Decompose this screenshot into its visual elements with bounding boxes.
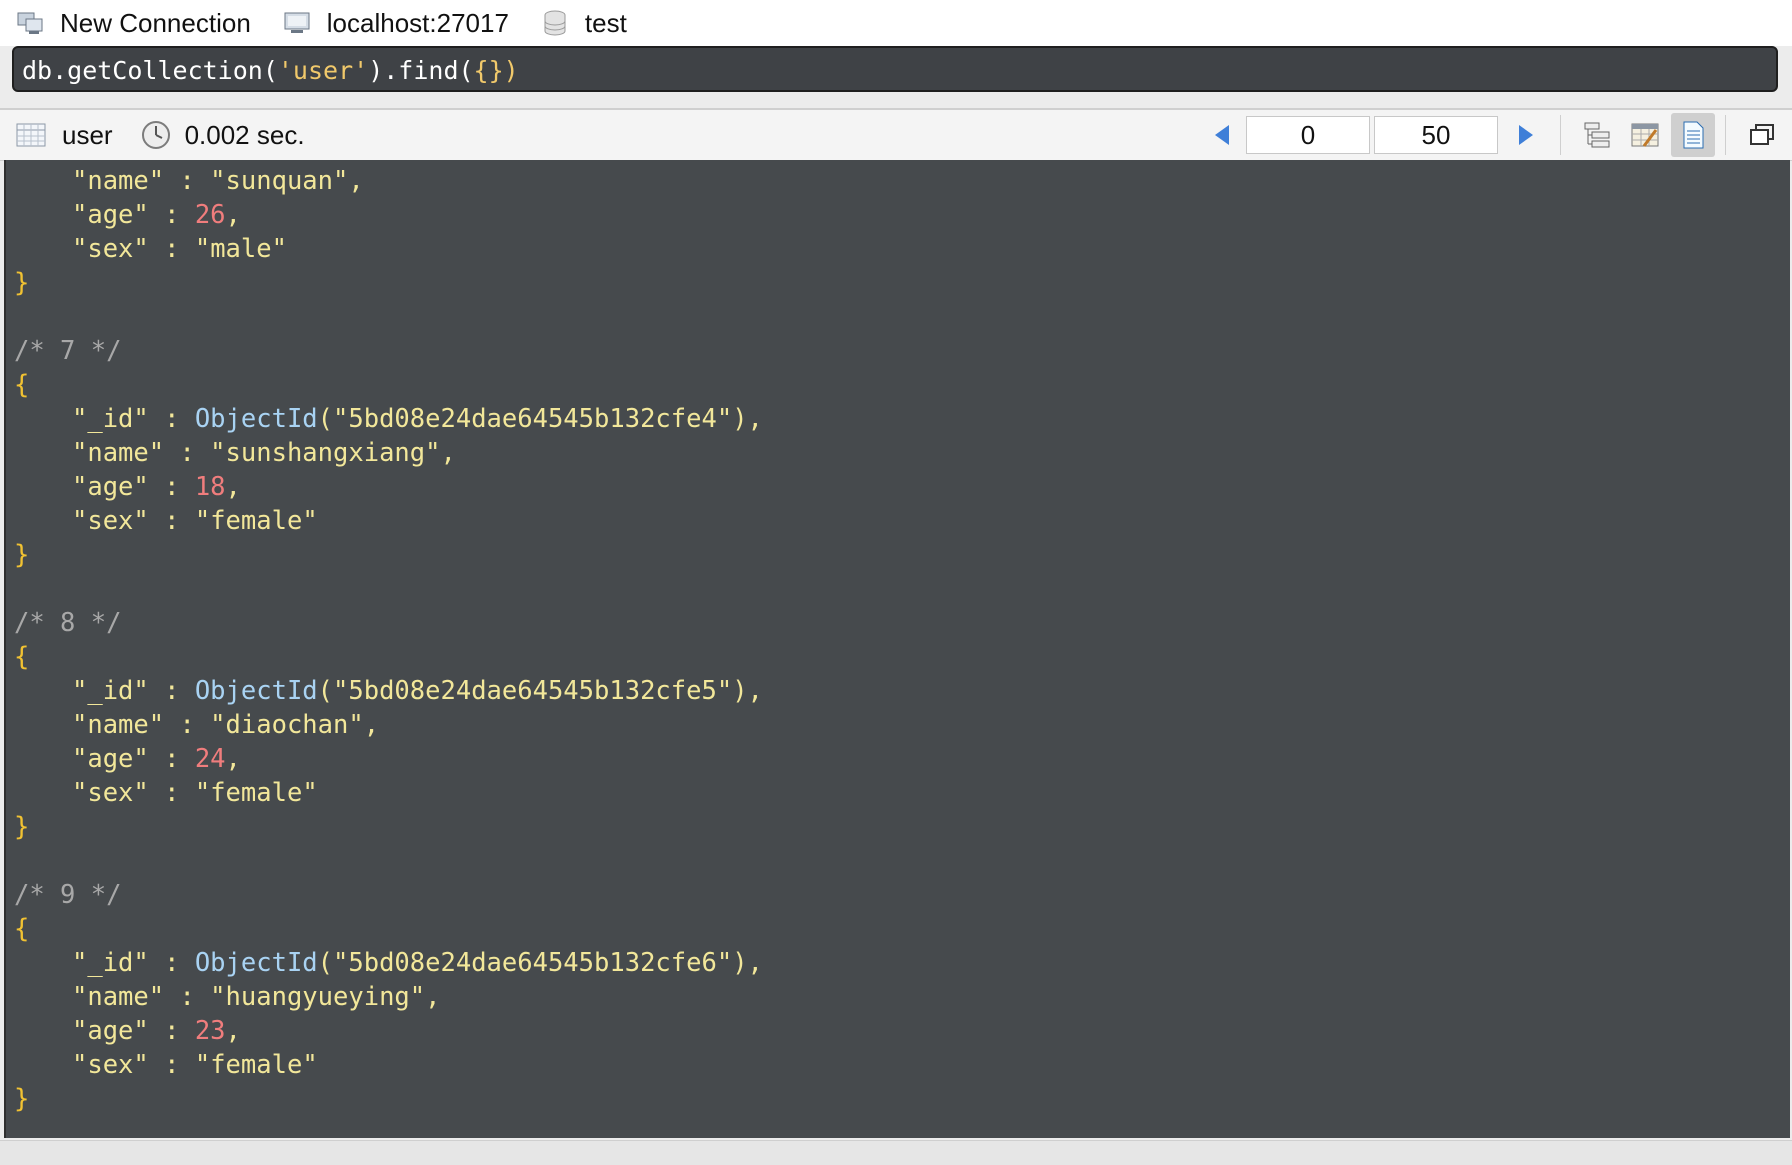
field-value: sunshangxiang [225,438,426,468]
field-value: huangyueying [225,982,410,1012]
connection-bar: New Connection localhost:27017 test [0,0,1792,46]
field-value: 23 [194,1016,226,1046]
field-value: female [210,506,303,536]
connection-icon [16,9,44,37]
field-key: "sex" [72,1050,149,1080]
field-value: 5bd08e24dae64545b132cfe6 [348,948,717,978]
document-line: "_id" : ObjectId("5bd08e24dae64545b132cf… [72,404,763,434]
field-key: "_id" [72,676,149,706]
document-index-comment: /* 7 */ [14,336,122,366]
field-value: 24 [194,744,226,774]
result-toolbar: user 0.002 sec. 0 50 [0,108,1792,161]
document-line: "_id" : ObjectId("5bd08e24dae64545b132cf… [72,676,763,706]
tree-view-button[interactable] [1575,113,1619,157]
previous-page-button[interactable] [1208,120,1236,150]
document-line: "name" : "huangyueying", [72,982,441,1012]
document-line: "age" : 26, [72,200,241,230]
field-key: "age" [72,200,149,230]
table-view-button[interactable] [1623,113,1667,157]
field-key: "name" [72,710,165,740]
document-index-comment: /* 8 */ [14,608,122,638]
server-address: localhost:27017 [326,7,509,38]
text-view-icon [1683,121,1704,149]
field-value: sunquan [225,166,334,196]
arrow-right-icon [1519,125,1533,145]
server-icon [283,9,311,37]
field-key: "age" [72,1016,149,1046]
document-line: "name" : "sunshangxiang", [72,438,456,468]
document-line: "sex" : "female" [72,778,318,808]
database-name: test [584,7,627,38]
field-key: "sex" [72,778,149,808]
objectid-function: ObjectId [194,404,318,434]
text-view-button[interactable] [1671,113,1715,157]
field-value: 5bd08e24dae64545b132cfe5 [348,676,717,706]
maximize-icon [1750,124,1774,145]
results-text-view[interactable]: "name" : "sunquan", "age" : 26, "sex" : … [4,160,1790,1138]
clock-icon [141,120,171,150]
query-prefix: db.getCollection( [22,56,278,85]
document-line: "age" : 24, [72,744,241,774]
query-collection-literal: 'user' [277,56,369,85]
database-icon [541,9,569,37]
toolbar-divider [1560,115,1561,155]
field-value: 18 [194,472,226,502]
tree-view-icon [1584,122,1610,148]
document-line: "name" : "diaochan", [72,710,380,740]
maximize-button[interactable] [1740,113,1784,157]
query-end: ) [503,56,519,85]
field-key: "name" [72,438,165,468]
field-value: 26 [194,200,226,230]
query-filter: {} [473,56,504,85]
query-editor[interactable]: db.getCollection('user').find({}) [12,46,1778,92]
field-key: "name" [72,166,165,196]
field-key: "age" [72,744,149,774]
field-key: "sex" [72,506,149,536]
document-close-brace: } [14,1084,30,1114]
status-bar [0,1140,1792,1165]
field-value: 5bd08e24dae64545b132cfe4 [348,404,717,434]
field-key: "name" [72,982,165,1012]
document-line: "name" : "sunquan", [72,166,364,196]
table-view-icon [1631,123,1659,147]
document-close-brace: } [14,812,30,842]
collection-label: user [62,119,113,150]
document-open-brace: { [14,914,30,944]
server-crumb[interactable]: localhost:27017 [283,8,509,39]
field-value: diaochan [225,710,349,740]
document-line: "_id" : ObjectId("5bd08e24dae64545b132cf… [72,948,763,978]
field-value: male [210,234,272,264]
document-open-brace: { [14,642,30,672]
document-line: "sex" : "female" [72,506,318,536]
field-value: female [210,778,303,808]
document-line: "age" : 23, [72,1016,241,1046]
field-key: "sex" [72,234,149,264]
document-close-brace: } [14,268,30,298]
document-index-comment: /* 9 */ [14,880,122,910]
document-line: "sex" : "male" [72,234,287,264]
toolbar-divider-2 [1725,115,1726,155]
field-value: female [210,1050,303,1080]
field-key: "_id" [72,948,149,978]
collection-table-icon [16,120,46,150]
document-line: "age" : 18, [72,472,241,502]
elapsed-time: 0.002 sec. [184,119,305,150]
connection-crumb[interactable]: New Connection [16,8,251,39]
objectid-function: ObjectId [194,948,318,978]
objectid-function: ObjectId [194,676,318,706]
page-skip-field[interactable]: 0 [1246,116,1370,154]
document-line: "sex" : "female" [72,1050,318,1080]
query-find: ).find( [368,56,474,85]
field-key: "_id" [72,404,149,434]
document-open-brace: { [14,370,30,400]
next-page-button[interactable] [1512,120,1540,150]
arrow-left-icon [1215,125,1229,145]
database-crumb[interactable]: test [541,8,627,39]
document-close-brace: } [14,540,30,570]
connection-name: New Connection [60,7,251,38]
page-limit-field[interactable]: 50 [1374,116,1498,154]
field-key: "age" [72,472,149,502]
